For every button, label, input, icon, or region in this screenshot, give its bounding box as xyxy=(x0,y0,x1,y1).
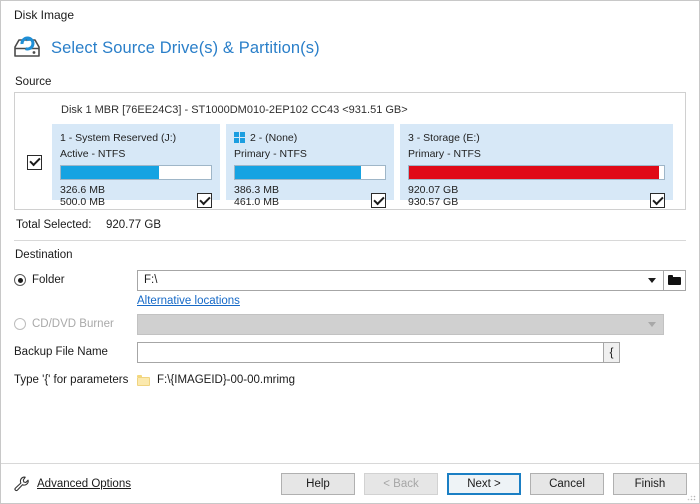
footer-bar: Advanced Options Help < Back Next > Canc… xyxy=(1,463,699,503)
partition-title: 2 - (None) xyxy=(250,131,298,144)
partition-total: 500.0 MB xyxy=(60,195,105,208)
partition-list: 1 - System Reserved (J:) Active - NTFS 3… xyxy=(52,124,673,208)
partition-card[interactable]: 1 - System Reserved (J:) Active - NTFS 3… xyxy=(52,124,220,208)
next-button[interactable]: Next > xyxy=(447,472,521,495)
folder-path-value[interactable]: F:\ xyxy=(144,274,641,286)
disk-image-window: Disk Image Select Source Drive(s) & Part… xyxy=(0,0,700,504)
partition-sizes: 386.3 MB 461.0 MB xyxy=(234,184,279,208)
partition-title-row: 3 - Storage (E:) xyxy=(408,131,665,144)
disk-info-line: Disk 1 MBR [76EE24C3] - ST1000DM010-2EP1… xyxy=(61,104,408,116)
backup-file-name-row: Backup File Name { xyxy=(14,339,686,365)
partition-title-row: 2 - (None) xyxy=(234,131,386,144)
cancel-button[interactable]: Cancel xyxy=(530,472,604,495)
folder-icon xyxy=(668,275,681,285)
total-selected-value: 920.77 GB xyxy=(106,219,161,231)
partition-sizes: 920.07 GB 930.57 GB xyxy=(408,184,459,208)
partition-used: 326.6 MB xyxy=(60,184,105,196)
window-titlebar: Disk Image xyxy=(1,1,699,29)
destination-section-label: Destination xyxy=(15,249,73,261)
partition-total: 461.0 MB xyxy=(234,195,279,208)
partition-title-row: 1 - System Reserved (J:) xyxy=(60,131,212,144)
cddvd-radio[interactable] xyxy=(14,318,26,330)
advanced-options-label[interactable]: Advanced Options xyxy=(37,478,131,490)
partition-usage-fill xyxy=(409,166,659,179)
file-name-preview-text: F:\{IMAGEID}-00-00.mrimg xyxy=(157,374,296,386)
cddvd-burner-combo xyxy=(137,313,664,335)
page-title: Select Source Drive(s) & Partition(s) xyxy=(51,38,320,57)
source-group: Disk 1 MBR [76EE24C3] - ST1000DM010-2EP1… xyxy=(14,92,686,210)
browse-folder-button[interactable] xyxy=(664,269,686,291)
partition-used: 386.3 MB xyxy=(234,184,279,196)
finish-button[interactable]: Finish xyxy=(613,472,687,495)
backup-file-name-input[interactable] xyxy=(137,341,604,363)
help-button[interactable]: Help xyxy=(281,472,355,495)
partition-subtitle: Active - NTFS xyxy=(60,148,126,160)
windows-logo-icon xyxy=(234,132,245,143)
parameters-hint-label: Type '{' for parameters xyxy=(14,374,129,386)
footer-buttons: Help < Back Next > Cancel Finish xyxy=(281,472,687,495)
advanced-options[interactable]: Advanced Options xyxy=(13,476,131,492)
partition-subtitle: Primary - NTFS xyxy=(408,148,481,160)
resize-gripper[interactable] xyxy=(686,491,696,501)
disk-select-checkbox[interactable] xyxy=(27,154,42,170)
file-name-preview: F:\{IMAGEID}-00-00.mrimg xyxy=(137,374,295,386)
partition-usage-bar xyxy=(408,165,665,180)
partition-select-checkbox[interactable] xyxy=(197,193,212,208)
partition-used: 920.07 GB xyxy=(408,184,459,196)
partition-total: 930.57 GB xyxy=(408,195,459,208)
folder-row: Folder F:\ xyxy=(14,267,686,293)
window-title: Disk Image xyxy=(14,8,75,22)
cddvd-radio-label: CD/DVD Burner xyxy=(32,318,114,330)
partition-card[interactable]: 2 - (None) Primary - NTFS 386.3 MB 461.0… xyxy=(226,124,394,208)
folder-path-combo[interactable]: F:\ xyxy=(137,269,664,291)
disk-refresh-icon xyxy=(12,35,42,61)
parameters-hint-row: Type '{' for parameters F:\{IMAGEID}-00-… xyxy=(14,367,686,393)
partition-card[interactable]: 3 - Storage (E:) Primary - NTFS 920.07 G… xyxy=(400,124,673,208)
total-selected-row: Total Selected: 920.77 GB xyxy=(14,210,686,240)
folder-radio[interactable] xyxy=(14,274,26,286)
chevron-down-icon xyxy=(641,321,663,327)
partition-title: 1 - System Reserved (J:) xyxy=(60,131,177,144)
total-selected-label: Total Selected: xyxy=(16,219,92,231)
yellow-folder-icon xyxy=(137,374,150,386)
partition-usage-fill xyxy=(61,166,159,179)
cddvd-row: CD/DVD Burner xyxy=(14,311,686,337)
folder-radio-label: Folder xyxy=(32,274,65,286)
page-body: Source Disk 1 MBR [76EE24C3] - ST1000DM0… xyxy=(1,67,699,463)
source-section-label: Source xyxy=(15,76,52,88)
partition-select-checkbox[interactable] xyxy=(371,193,386,208)
alternative-locations-link[interactable]: Alternative locations xyxy=(137,295,240,307)
page-header: Select Source Drive(s) & Partition(s) xyxy=(1,29,699,67)
partition-sizes: 326.6 MB 500.0 MB xyxy=(60,184,105,208)
wrench-icon xyxy=(13,476,30,492)
partition-usage-bar xyxy=(234,165,386,180)
partition-footer: 326.6 MB 500.0 MB xyxy=(60,184,212,208)
back-button: < Back xyxy=(364,472,438,495)
disk-row: 1 - System Reserved (J:) Active - NTFS 3… xyxy=(27,124,673,208)
partition-footer: 386.3 MB 461.0 MB xyxy=(234,184,386,208)
folder-radio-group[interactable]: Folder xyxy=(14,274,137,286)
parameters-button[interactable]: { xyxy=(604,341,620,363)
partition-subtitle: Primary - NTFS xyxy=(234,148,307,160)
partition-footer: 920.07 GB 930.57 GB xyxy=(408,184,665,208)
chevron-down-icon[interactable] xyxy=(641,277,663,283)
partition-usage-fill xyxy=(235,166,361,179)
partition-usage-bar xyxy=(60,165,212,180)
divider xyxy=(14,240,686,241)
backup-file-name-label: Backup File Name xyxy=(14,346,108,358)
cddvd-radio-group[interactable]: CD/DVD Burner xyxy=(14,318,137,330)
partition-select-checkbox[interactable] xyxy=(650,193,665,208)
partition-title: 3 - Storage (E:) xyxy=(408,131,480,144)
